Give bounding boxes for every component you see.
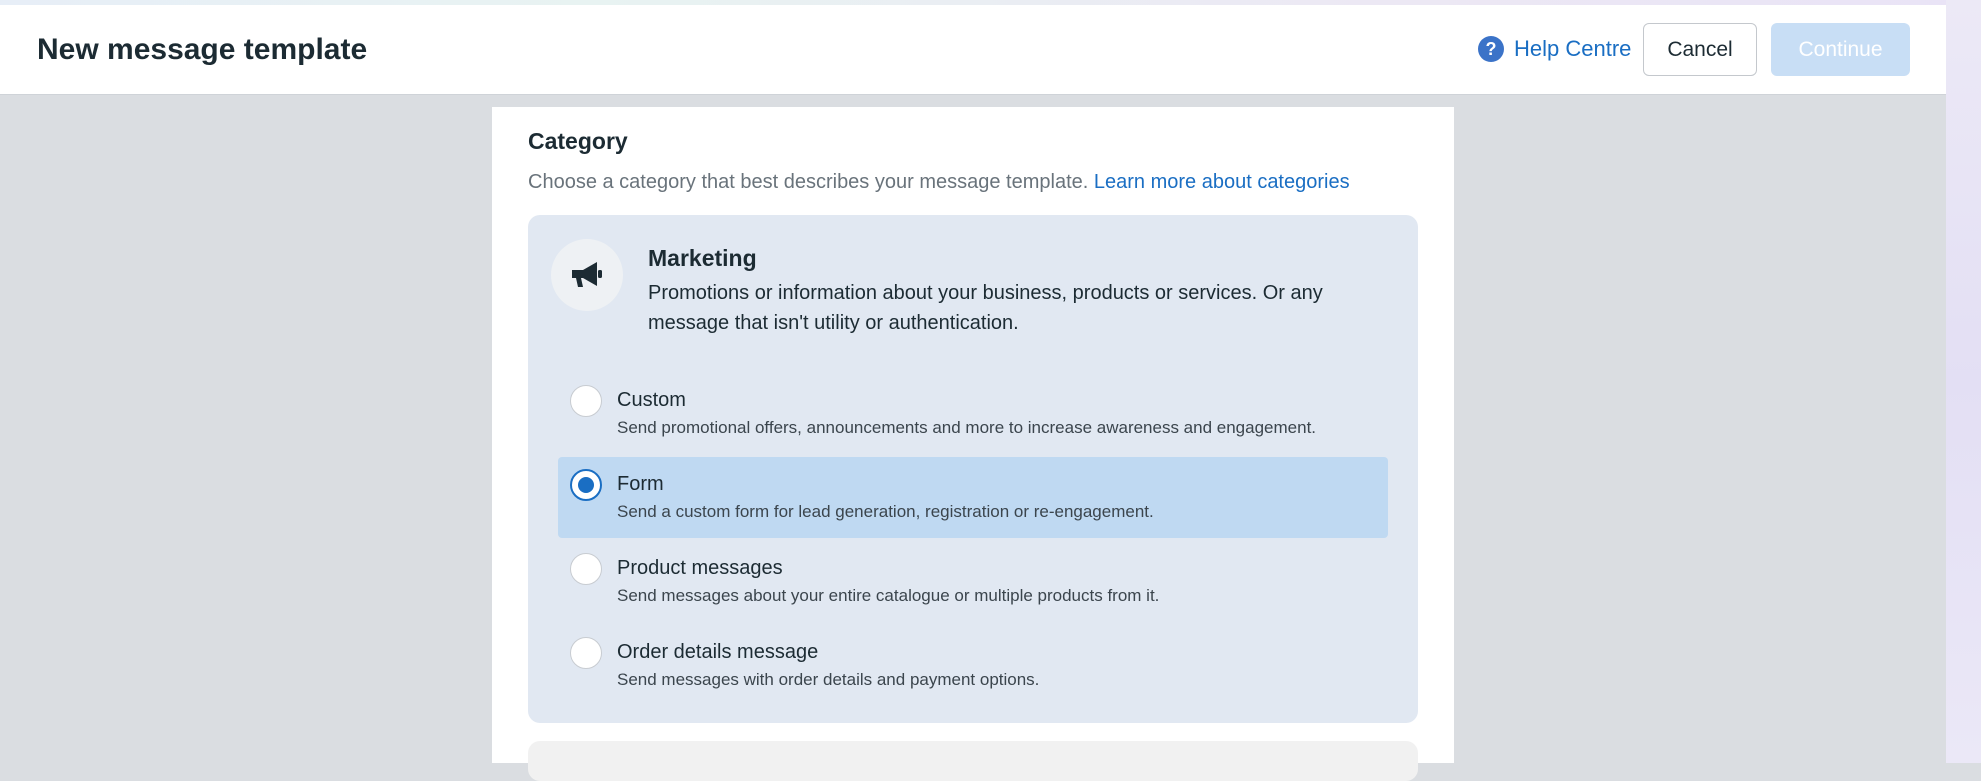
- category-description: Choose a category that best describes yo…: [528, 171, 1350, 194]
- option-product-messages[interactable]: Product messages Send messages about you…: [558, 541, 1388, 622]
- category-description-text: Choose a category that best describes yo…: [528, 171, 1089, 193]
- option-description: Send messages about your entire catalogu…: [617, 586, 1160, 605]
- help-centre-link[interactable]: ? Help Centre: [1478, 36, 1631, 62]
- megaphone-icon: [551, 239, 623, 311]
- cancel-button[interactable]: Cancel: [1643, 23, 1757, 76]
- help-centre-label: Help Centre: [1514, 36, 1632, 61]
- continue-button[interactable]: Continue: [1771, 23, 1910, 76]
- option-custom[interactable]: Custom Send promotional offers, announce…: [558, 373, 1388, 454]
- option-label: Order details message: [617, 641, 819, 663]
- option-order-details-message[interactable]: Order details message Send messages with…: [558, 625, 1388, 706]
- radio-button[interactable]: [570, 553, 602, 585]
- option-label: Product messages: [617, 557, 783, 579]
- marketing-title: Marketing: [648, 245, 757, 271]
- question-circle-icon: ?: [1478, 36, 1504, 62]
- option-label: Custom: [617, 389, 686, 411]
- option-description: Send promotional offers, announcements a…: [617, 418, 1317, 437]
- option-description: Send messages with order details and pay…: [617, 670, 1040, 689]
- radio-button[interactable]: [570, 637, 602, 669]
- right-gradient-edge: [1946, 0, 1981, 763]
- page-header: New message template ? Help Centre Cance…: [0, 5, 1946, 95]
- radio-button[interactable]: [570, 385, 602, 417]
- option-form[interactable]: Form Send a custom form for lead generat…: [558, 457, 1388, 538]
- next-category-card[interactable]: [528, 741, 1418, 781]
- option-description: Send a custom form for lead generation, …: [617, 502, 1154, 521]
- marketing-description: Promotions or information about your bus…: [648, 282, 1323, 334]
- option-label: Form: [617, 473, 664, 495]
- category-heading: Category: [528, 128, 628, 154]
- marketing-card: Marketing Promotions or information abou…: [528, 215, 1418, 723]
- category-panel: Category Choose a category that best des…: [492, 107, 1454, 781]
- learn-more-categories-link[interactable]: Learn more about categories: [1094, 171, 1350, 193]
- page-title: New message template: [37, 33, 368, 66]
- radio-button-selected[interactable]: [570, 469, 602, 501]
